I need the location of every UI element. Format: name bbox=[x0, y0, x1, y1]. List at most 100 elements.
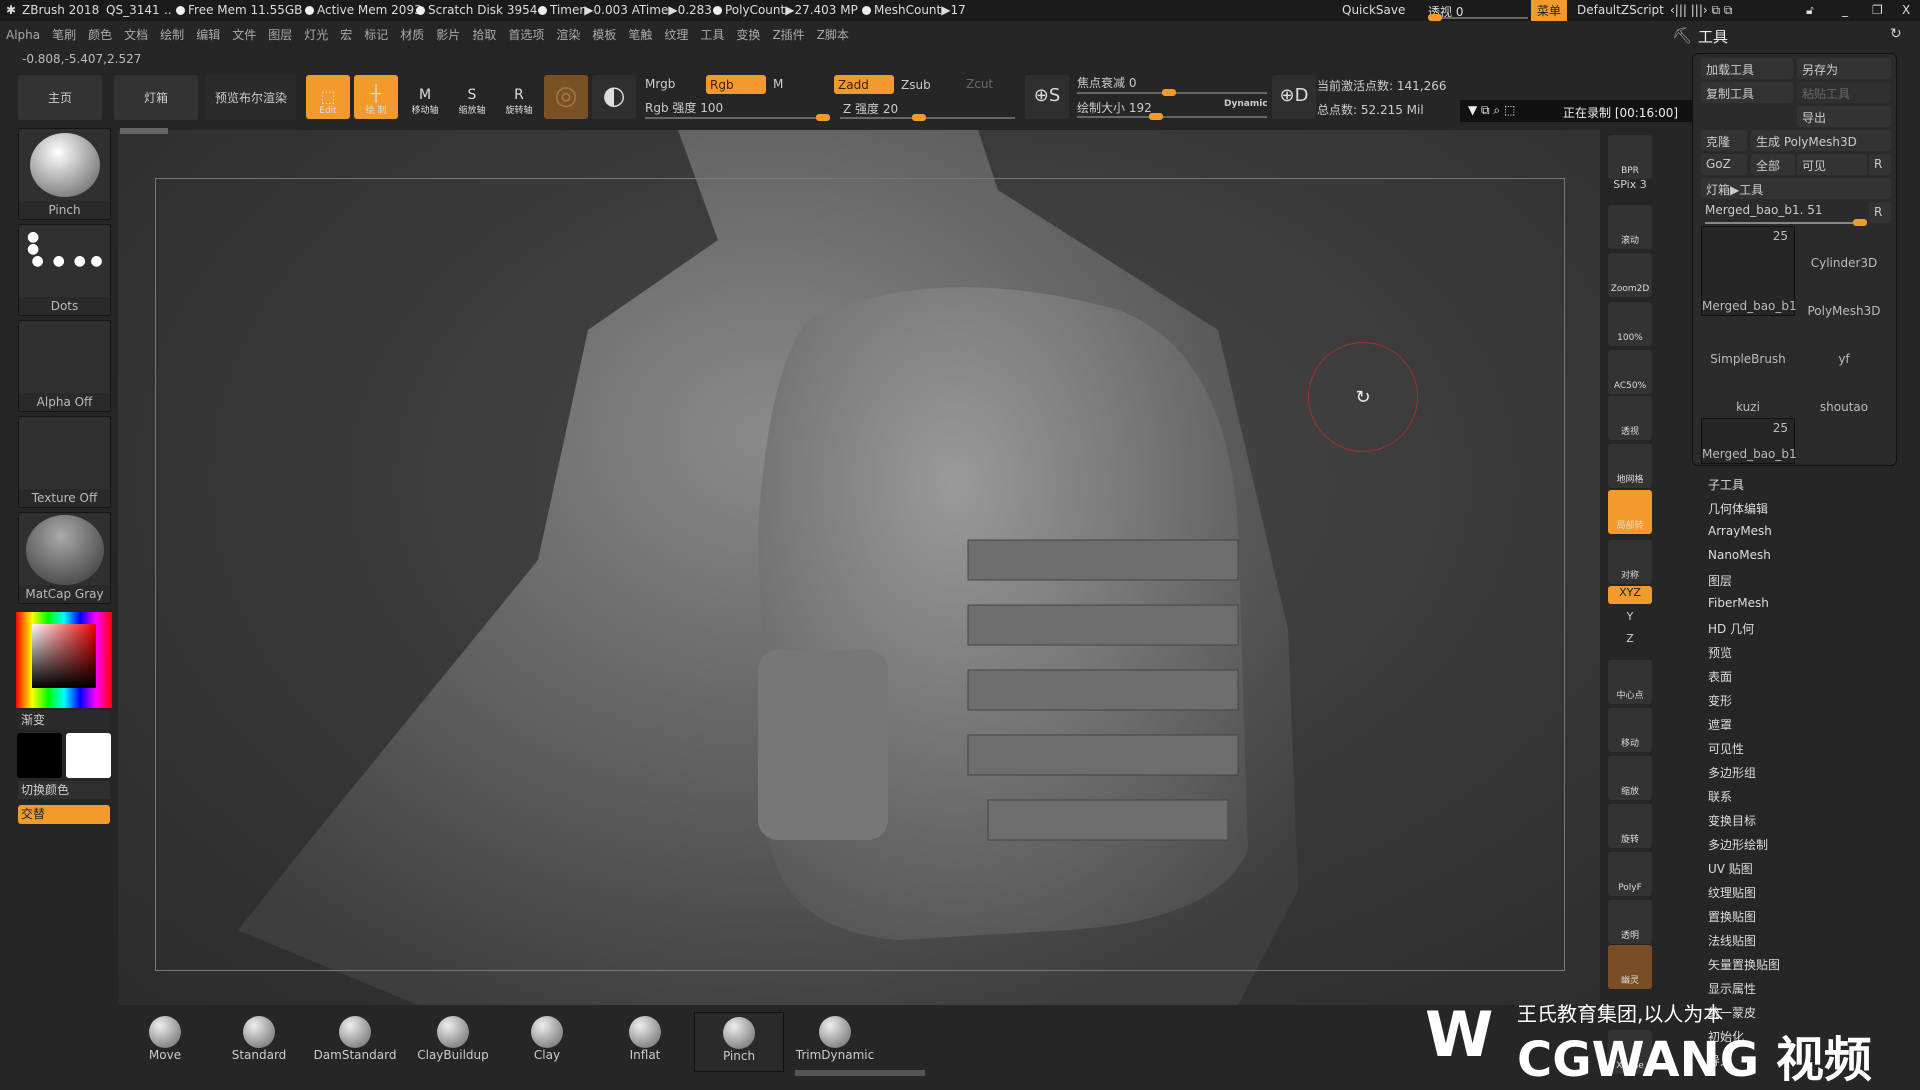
resize-arrows-icon[interactable]: ‹||| |||› ⧉ ⧉ bbox=[1670, 3, 1732, 18]
tool-thumb[interactable]: SimpleBrush bbox=[1701, 322, 1795, 368]
shelf-button-5[interactable]: AC50% bbox=[1608, 350, 1652, 394]
shelf-brush-trimdynamic[interactable]: TrimDynamic bbox=[790, 1012, 880, 1072]
slider-knob[interactable] bbox=[816, 114, 830, 121]
move-gizmo-button[interactable]: M 移动轴 bbox=[403, 75, 447, 119]
shelf-button-11[interactable]: Y bbox=[1608, 610, 1652, 628]
menu-19[interactable]: 工具 bbox=[694, 22, 730, 47]
subpalette-item[interactable]: 矢量置换贴图 bbox=[1708, 956, 1780, 980]
subpalette-item[interactable]: 变形 bbox=[1708, 692, 1780, 716]
tool-thumb[interactable]: shoutao bbox=[1797, 370, 1891, 416]
subpalette-item[interactable]: HD 几何 bbox=[1708, 620, 1780, 644]
focal-shift-button[interactable]: ⊕S bbox=[1025, 75, 1069, 119]
stroke-selector[interactable]: ● ● ● ● ● ● Dots bbox=[18, 224, 111, 316]
quicksave-button[interactable]: QuickSave bbox=[1342, 3, 1405, 17]
menu-12[interactable]: 影片 bbox=[430, 22, 466, 47]
alpha-selector[interactable]: Alpha Off bbox=[18, 320, 111, 412]
zadd-button[interactable]: Zadd bbox=[834, 75, 894, 94]
draw-button[interactable]: ┼ 绘 制 bbox=[354, 75, 398, 119]
tool-thumb[interactable]: kuzi bbox=[1701, 370, 1795, 416]
menu-0[interactable]: Alpha bbox=[0, 24, 46, 46]
shelf-brush-damstandard[interactable]: DamStandard bbox=[310, 1012, 400, 1072]
all-button[interactable]: 全部 bbox=[1751, 154, 1795, 175]
copy-tool-button[interactable]: 复制工具 bbox=[1701, 82, 1793, 103]
tool-thumb[interactable]: Cylinder3D bbox=[1797, 226, 1891, 272]
shelf-button-4[interactable]: 100% bbox=[1608, 302, 1652, 346]
lightbox-tools-button[interactable]: 灯箱▶工具 bbox=[1701, 178, 1891, 199]
recorder-tools-icon[interactable]: ▼ ⧉ ⌕ ⬚ bbox=[1468, 103, 1515, 118]
rgb-button[interactable]: Rgb bbox=[706, 75, 766, 94]
subpalette-item[interactable]: 图层 bbox=[1708, 572, 1780, 596]
shelf-button-12[interactable]: Z bbox=[1608, 632, 1652, 650]
alternate-button[interactable]: 交替 bbox=[18, 805, 110, 824]
subpalette-item[interactable]: 表面 bbox=[1708, 668, 1780, 692]
r-button[interactable]: R bbox=[1869, 154, 1891, 175]
close-icon[interactable]: X bbox=[1902, 3, 1910, 17]
subpalette-item[interactable]: 置换贴图 bbox=[1708, 908, 1780, 932]
tool-thumb[interactable]: yf bbox=[1797, 322, 1891, 368]
menu-3[interactable]: 文档 bbox=[118, 22, 154, 47]
texture-selector[interactable]: Texture Off bbox=[18, 416, 111, 508]
tool-thumb[interactable]: PolyMesh3D bbox=[1797, 274, 1891, 320]
tool-thumb[interactable]: Merged_bao_b1 25 bbox=[1701, 418, 1797, 464]
color-picker[interactable] bbox=[16, 612, 112, 708]
menu-14[interactable]: 首选项 bbox=[502, 22, 550, 47]
subpalette-item[interactable]: 法线贴图 bbox=[1708, 932, 1780, 956]
focal-shift-slider[interactable] bbox=[1077, 89, 1267, 96]
subpalette-item[interactable]: 多边形组 bbox=[1708, 764, 1780, 788]
lock-icon[interactable]: 🔓︎ bbox=[1806, 3, 1814, 18]
shelf-button-17[interactable]: PolyF bbox=[1608, 852, 1652, 896]
subpalette-item[interactable]: FiberMesh bbox=[1708, 596, 1780, 620]
menu-18[interactable]: 纹理 bbox=[658, 22, 694, 47]
scale-gizmo-button[interactable]: S 缩放轴 bbox=[450, 75, 494, 119]
subpalette-item[interactable]: 多边形绘制 bbox=[1708, 836, 1780, 860]
subpalette-item[interactable]: 遮罩 bbox=[1708, 716, 1780, 740]
shelf-brush-clay[interactable]: Clay bbox=[502, 1012, 592, 1072]
shelf-button-0[interactable]: BPR bbox=[1608, 135, 1652, 179]
edit-button[interactable]: ⬚ Edit bbox=[306, 75, 350, 119]
slider-knob[interactable] bbox=[912, 114, 926, 121]
slider-knob[interactable] bbox=[1162, 89, 1176, 96]
menu-1[interactable]: 笔刷 bbox=[46, 22, 82, 47]
lightbox-button[interactable]: 灯箱 bbox=[114, 75, 198, 120]
shelf-button-7[interactable]: 地网格 bbox=[1608, 444, 1652, 488]
menu-9[interactable]: 宏 bbox=[334, 22, 358, 47]
color-saturation-square[interactable] bbox=[32, 624, 96, 688]
z-intensity-slider[interactable] bbox=[840, 114, 1015, 121]
shelf-button-9[interactable]: 对称 bbox=[1608, 540, 1652, 584]
stroke-mode-button[interactable]: ◐ bbox=[592, 75, 636, 119]
rotate-gizmo-button[interactable]: R 旋转轴 bbox=[497, 75, 541, 119]
load-tool-button[interactable]: 加载工具 bbox=[1701, 58, 1793, 79]
tool-thumb[interactable]: Merged_bao_b1 25 bbox=[1701, 226, 1797, 316]
menu-5[interactable]: 编辑 bbox=[190, 22, 226, 47]
save-as-button[interactable]: 另存为 bbox=[1797, 58, 1891, 79]
subpalette-item[interactable]: 几何体编辑 bbox=[1708, 500, 1780, 524]
menu-17[interactable]: 笔触 bbox=[622, 22, 658, 47]
menu-4[interactable]: 绘制 bbox=[154, 22, 190, 47]
zsub-button[interactable]: Zsub bbox=[901, 78, 931, 92]
material-selector[interactable]: MatCap Gray bbox=[18, 512, 111, 604]
shelf-scroll-handle[interactable] bbox=[795, 1070, 925, 1076]
brush-selector[interactable]: Pinch bbox=[18, 128, 111, 220]
subpalette-item[interactable]: ArrayMesh bbox=[1708, 524, 1780, 548]
scroll-handle[interactable] bbox=[120, 128, 168, 134]
secondary-color-swatch[interactable] bbox=[17, 733, 62, 778]
shelf-brush-standard[interactable]: Standard bbox=[214, 1012, 304, 1072]
shelf-button-3[interactable]: Zoom2D bbox=[1608, 253, 1652, 297]
restore-icon[interactable]: ❐ bbox=[1872, 3, 1883, 17]
subpalette-item[interactable]: NanoMesh bbox=[1708, 548, 1780, 572]
shelf-brush-inflat[interactable]: Inflat bbox=[600, 1012, 690, 1072]
menu-11[interactable]: 材质 bbox=[394, 22, 430, 47]
shelf-button-13[interactable]: 中心点 bbox=[1608, 660, 1652, 704]
draw-size-slider[interactable] bbox=[1077, 113, 1267, 120]
shelf-button-15[interactable]: 缩放 bbox=[1608, 756, 1652, 800]
shelf-button-16[interactable]: 旋转 bbox=[1608, 804, 1652, 848]
reset-icon[interactable]: ↻ bbox=[1890, 26, 1902, 42]
subpalette-item[interactable]: 子工具 bbox=[1708, 476, 1780, 500]
shelf-button-8[interactable]: 局部转 bbox=[1608, 490, 1652, 534]
shelf-button-1[interactable]: SPix 3 bbox=[1608, 178, 1652, 196]
menu-15[interactable]: 渲染 bbox=[550, 22, 586, 47]
dynamic-brush-button[interactable]: ⊕D bbox=[1272, 75, 1316, 119]
menu-20[interactable]: 变换 bbox=[730, 22, 766, 47]
clone-button[interactable]: 克隆 bbox=[1701, 130, 1747, 151]
paste-tool-button[interactable]: 粘贴工具 bbox=[1797, 82, 1891, 103]
